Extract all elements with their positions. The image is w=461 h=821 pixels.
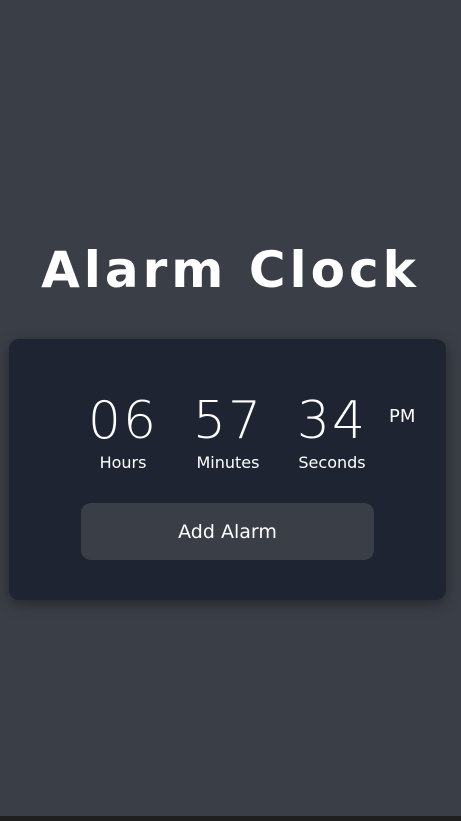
add-alarm-button[interactable]: Add Alarm	[81, 503, 374, 560]
hours-unit: 06 Hours	[68, 393, 178, 473]
hours-label: Hours	[99, 453, 147, 472]
seconds-value: 34	[296, 391, 368, 451]
bottom-edge-bar	[0, 816, 461, 821]
minutes-unit: 57 Minutes	[173, 393, 283, 473]
minutes-label: Minutes	[196, 453, 260, 472]
page-title: Alarm Clock	[41, 241, 420, 299]
am-pm-indicator: PM	[389, 406, 416, 427]
minutes-value: 57	[192, 391, 264, 451]
seconds-unit: 34 Seconds	[277, 393, 387, 473]
hours-value: 06	[87, 391, 159, 451]
seconds-label: Seconds	[298, 453, 366, 472]
clock-card: 06 Hours 57 Minutes 34 Seconds PM Add Al…	[9, 339, 446, 600]
